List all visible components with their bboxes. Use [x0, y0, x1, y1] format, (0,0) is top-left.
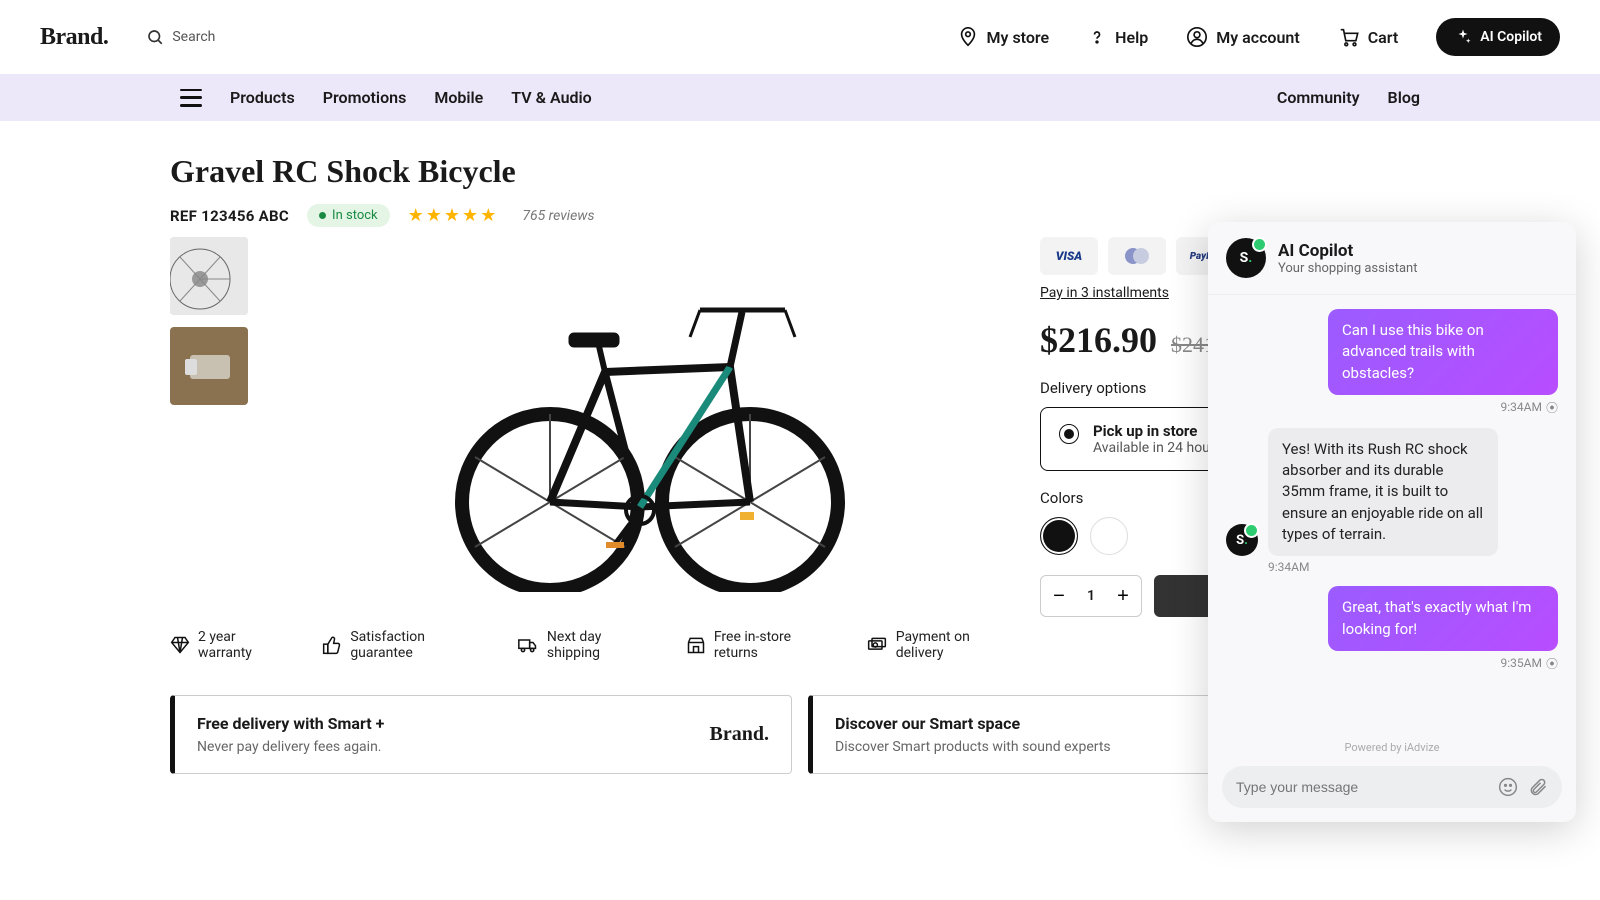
nav-blog[interactable]: Blog [1388, 88, 1420, 107]
cart-icon [1338, 26, 1360, 48]
promo-logo: Brand. [710, 723, 769, 746]
help-label: Help [1115, 28, 1148, 47]
cart-label: Cart [1368, 28, 1399, 47]
help-icon [1087, 27, 1107, 47]
chat-input[interactable] [1236, 779, 1488, 795]
qty-value: 1 [1077, 588, 1105, 604]
copilot-label: AI Copilot [1480, 29, 1542, 45]
nav-products[interactable]: Products [230, 88, 295, 107]
price: $216.90 [1040, 319, 1157, 361]
thumbs-up-icon [322, 635, 342, 655]
search-box[interactable]: Search [146, 28, 215, 46]
product-image[interactable] [270, 237, 1010, 607]
product-title: Gravel RC Shock Bicycle [170, 153, 1430, 190]
chat-input-wrap [1222, 766, 1562, 808]
badge-satisfaction: Satisfaction guarantee [322, 629, 479, 661]
sparkle-icon [1454, 28, 1472, 46]
location-icon [957, 26, 979, 48]
quantity-stepper: − 1 + [1040, 575, 1142, 617]
promo-title: Discover our Smart space [835, 714, 1111, 733]
qty-decrease[interactable]: − [1041, 576, 1077, 616]
nav-mobile[interactable]: Mobile [434, 88, 483, 107]
review-count[interactable]: 765 reviews [522, 208, 594, 224]
cart-link[interactable]: Cart [1338, 26, 1399, 48]
badge-returns: Free in-store returns [686, 629, 828, 661]
user-icon [1186, 26, 1208, 48]
my-store-link[interactable]: My store [957, 26, 1050, 48]
truck-icon [517, 635, 539, 655]
badge-shipping: Next day shipping [517, 629, 648, 661]
cash-icon [866, 635, 888, 655]
check-icon: ⦿ [1546, 399, 1558, 416]
chat-title: AI Copilot [1278, 241, 1417, 261]
badge-warranty: 2 year warranty [170, 629, 284, 661]
chat-message-assistant: Yes! With its Rush RC shock absorber and… [1268, 428, 1498, 556]
check-icon: ⦿ [1546, 655, 1558, 672]
chat-timestamp: 9:34AM ⦿ [1501, 399, 1558, 416]
nav-tv-audio[interactable]: TV & Audio [511, 88, 591, 107]
chat-timestamp: 9:34AM [1268, 560, 1309, 574]
copilot-avatar: S. [1226, 238, 1266, 278]
my-store-label: My store [987, 28, 1050, 47]
color-swatch-black[interactable] [1040, 517, 1078, 555]
delivery-title: Pick up in store [1093, 422, 1197, 440]
help-link[interactable]: Help [1087, 27, 1148, 47]
badge-cod: Payment on delivery [866, 629, 1010, 661]
promo-sub: Never pay delivery fees again. [197, 739, 384, 755]
promo-title: Free delivery with Smart + [197, 714, 384, 733]
nav-bar: Products Promotions Mobile TV & Audio Co… [0, 74, 1600, 121]
powered-by: Powered by iAdvize [1208, 737, 1576, 758]
mastercard-icon [1108, 237, 1166, 275]
search-icon [146, 28, 164, 46]
emoji-icon[interactable] [1498, 777, 1518, 797]
copilot-chat: S. AI Copilot Your shopping assistant Ca… [1208, 222, 1576, 822]
installments-link[interactable]: Pay in 3 installments [1040, 285, 1169, 301]
promo-smart-plus[interactable]: Free delivery with Smart + Never pay deli… [170, 695, 792, 774]
hamburger-icon[interactable] [180, 89, 202, 107]
delivery-sub: Available in 24 hours [1093, 440, 1222, 456]
stock-badge: In stock [307, 204, 390, 227]
radio-selected-icon[interactable] [1059, 424, 1079, 444]
color-swatch-white[interactable] [1090, 517, 1128, 555]
top-bar: Brand. Search My store Help My account C… [0, 0, 1600, 74]
brand-logo[interactable]: Brand. [40, 24, 108, 51]
account-link[interactable]: My account [1186, 26, 1300, 48]
thumbnail-1[interactable] [170, 237, 248, 315]
nav-community[interactable]: Community [1277, 88, 1360, 107]
qty-increase[interactable]: + [1105, 576, 1141, 616]
store-icon [686, 635, 706, 655]
promo-sub: Discover Smart products with sound exper… [835, 739, 1111, 755]
attachment-icon[interactable] [1528, 777, 1548, 797]
thumbnail-2[interactable] [170, 327, 248, 405]
copilot-avatar: S. [1226, 524, 1258, 556]
chat-message-user: Great, that's exactly what I'm looking f… [1328, 586, 1558, 651]
account-label: My account [1216, 28, 1300, 47]
chat-subtitle: Your shopping assistant [1278, 261, 1417, 276]
diamond-icon [170, 635, 190, 655]
search-label: Search [172, 29, 215, 45]
chat-message-user: Can I use this bike on advanced trails w… [1328, 309, 1558, 395]
visa-card-icon: VISA [1040, 237, 1098, 275]
nav-promotions[interactable]: Promotions [323, 88, 407, 107]
star-rating: ★★★★★ [408, 205, 499, 226]
copilot-button[interactable]: AI Copilot [1436, 18, 1560, 56]
chat-header: S. AI Copilot Your shopping assistant [1208, 222, 1576, 295]
product-ref: REF 123456 ABC [170, 207, 289, 225]
chat-timestamp: 9:35AM ⦿ [1501, 655, 1558, 672]
